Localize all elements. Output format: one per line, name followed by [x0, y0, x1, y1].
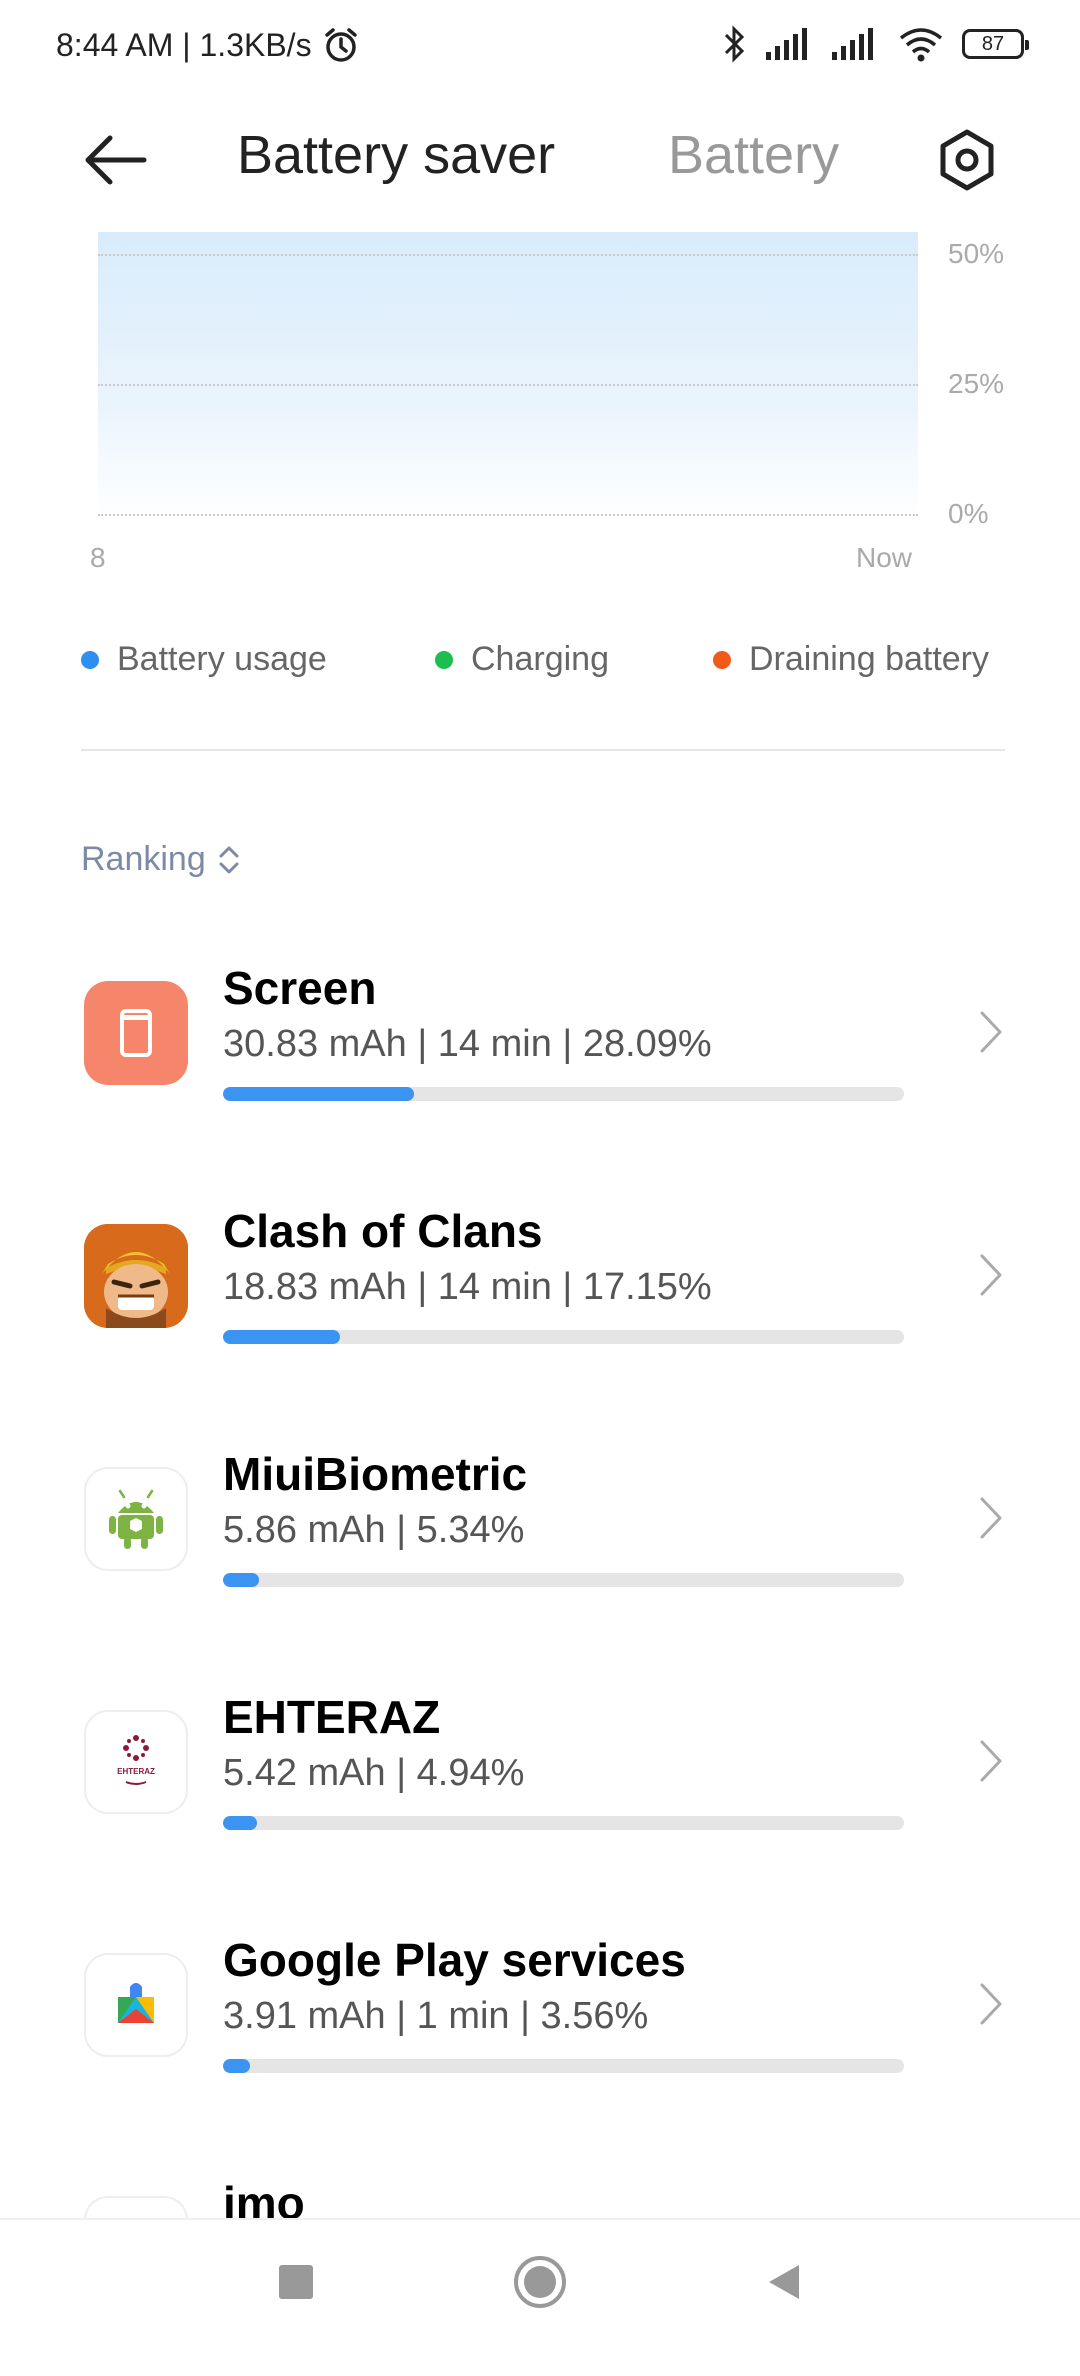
- list-item-miuibiometric[interactable]: MiuiBiometric 5.86 mAh | 5.34%: [0, 1448, 1080, 1647]
- gridline-50: [98, 254, 918, 256]
- x-tick-label: Now: [856, 542, 913, 573]
- status-bar: 8:44 AM | 1.3KB/s 87: [0, 0, 1080, 92]
- google-play-services-icon: [84, 1953, 188, 2057]
- battery-indicator: 87: [962, 29, 1029, 59]
- clash-of-clans-app-icon: [84, 1224, 188, 1328]
- screen-app-icon: [84, 981, 188, 1085]
- signal-icon-2: [832, 28, 873, 60]
- legend-label: Draining battery: [749, 640, 990, 678]
- chart-legend: Battery usage Charging Draining battery: [0, 640, 1080, 690]
- home-circle-icon: [514, 2256, 566, 2308]
- chevron-right-icon: [980, 1011, 1002, 1053]
- usage-bar-fill: [223, 1573, 260, 1587]
- settings-gear-icon[interactable]: [935, 128, 999, 192]
- app-name: Google Play services: [223, 1934, 686, 1986]
- usage-bar-fill: [223, 2059, 251, 2073]
- usage-bar: [223, 1816, 904, 1830]
- ranking-sort-button[interactable]: Ranking: [81, 840, 240, 879]
- chart-area: [98, 232, 918, 520]
- usage-bar: [223, 1087, 904, 1101]
- home-button[interactable]: [510, 2252, 570, 2312]
- app-usage-stats: 5.86 mAh | 5.34%: [223, 1509, 525, 1551]
- legend-charging: Charging: [435, 640, 609, 679]
- navigation-bar: [0, 2218, 1080, 2342]
- y-tick-label: 0%: [948, 498, 989, 529]
- battery-level-text: 87: [981, 32, 1005, 55]
- app-usage-stats: 18.83 mAh | 14 min | 17.15%: [223, 1266, 712, 1308]
- list-item-clash-of-clans[interactable]: Clash of Clans 18.83 mAh | 14 min | 17.1…: [0, 1205, 1080, 1404]
- status-time-speed: 8:44 AM | 1.3KB/s: [56, 26, 312, 63]
- chevron-right-icon: [980, 1254, 1002, 1296]
- header: Battery saver Battery: [0, 110, 1080, 210]
- legend-dot: [81, 650, 99, 669]
- sort-chevrons-icon: [219, 846, 239, 873]
- signal-icon-1: [766, 28, 807, 60]
- usage-bar-fill: [223, 1087, 415, 1101]
- usage-bar: [223, 1330, 904, 1344]
- legend-battery-usage: Battery usage: [81, 640, 327, 679]
- legend-label: Battery usage: [117, 640, 327, 678]
- battery-chart: 50% 25% 0% 8 Now: [0, 230, 1080, 590]
- back-arrow-icon[interactable]: [82, 130, 148, 190]
- svg-text:EHTERAZ: EHTERAZ: [117, 1767, 155, 1776]
- app-name: Screen: [223, 962, 377, 1014]
- divider: [81, 749, 1005, 751]
- legend-draining: Draining battery: [713, 640, 989, 679]
- usage-bar: [223, 1573, 904, 1587]
- list-item-screen[interactable]: Screen 30.83 mAh | 14 min | 28.09%: [0, 962, 1080, 1161]
- x-tick-label: 8: [90, 542, 106, 573]
- android-robot-icon: [84, 1467, 188, 1571]
- recents-button[interactable]: [266, 2252, 326, 2312]
- app-usage-stats: 30.83 mAh | 14 min | 28.09%: [223, 1023, 712, 1065]
- legend-dot: [713, 650, 731, 669]
- ehteraz-logo-icon: EHTERAZ: [84, 1710, 188, 1814]
- app-name: EHTERAZ: [223, 1691, 441, 1743]
- list-item-google-play-services[interactable]: Google Play services 3.91 mAh | 1 min | …: [0, 1934, 1080, 2133]
- chevron-right-icon: [980, 1497, 1002, 1539]
- app-usage-stats: 5.42 mAh | 4.94%: [223, 1752, 525, 1794]
- tab-battery[interactable]: Battery: [668, 124, 839, 186]
- gridline-0: [98, 514, 918, 516]
- app-name: Clash of Clans: [223, 1205, 543, 1257]
- usage-bar: [223, 2059, 904, 2073]
- square-icon: [279, 2265, 313, 2299]
- bluetooth-icon: [724, 25, 745, 63]
- ranking-label: Ranking: [81, 840, 206, 878]
- gridline-25: [98, 384, 918, 386]
- wifi-icon: [899, 28, 943, 62]
- usage-bar-fill: [223, 1816, 257, 1830]
- chevron-right-icon: [980, 1740, 1002, 1782]
- back-triangle-icon: [769, 2265, 799, 2299]
- back-button[interactable]: [754, 2252, 814, 2312]
- legend-label: Charging: [471, 640, 609, 678]
- app-name: MiuiBiometric: [223, 1448, 528, 1500]
- usage-bar-fill: [223, 1330, 340, 1344]
- list-item-ehteraz[interactable]: EHTERAZ EHTERAZ 5.42 mAh | 4.94%: [0, 1691, 1080, 1890]
- y-tick-label: 50%: [948, 238, 1005, 269]
- tab-battery-saver[interactable]: Battery saver: [237, 124, 555, 186]
- legend-dot: [435, 650, 453, 669]
- alarm-icon: [324, 28, 357, 62]
- chevron-right-icon: [980, 1983, 1002, 2025]
- y-tick-label: 25%: [948, 368, 1005, 399]
- app-usage-stats: 3.91 mAh | 1 min | 3.56%: [223, 1995, 649, 2037]
